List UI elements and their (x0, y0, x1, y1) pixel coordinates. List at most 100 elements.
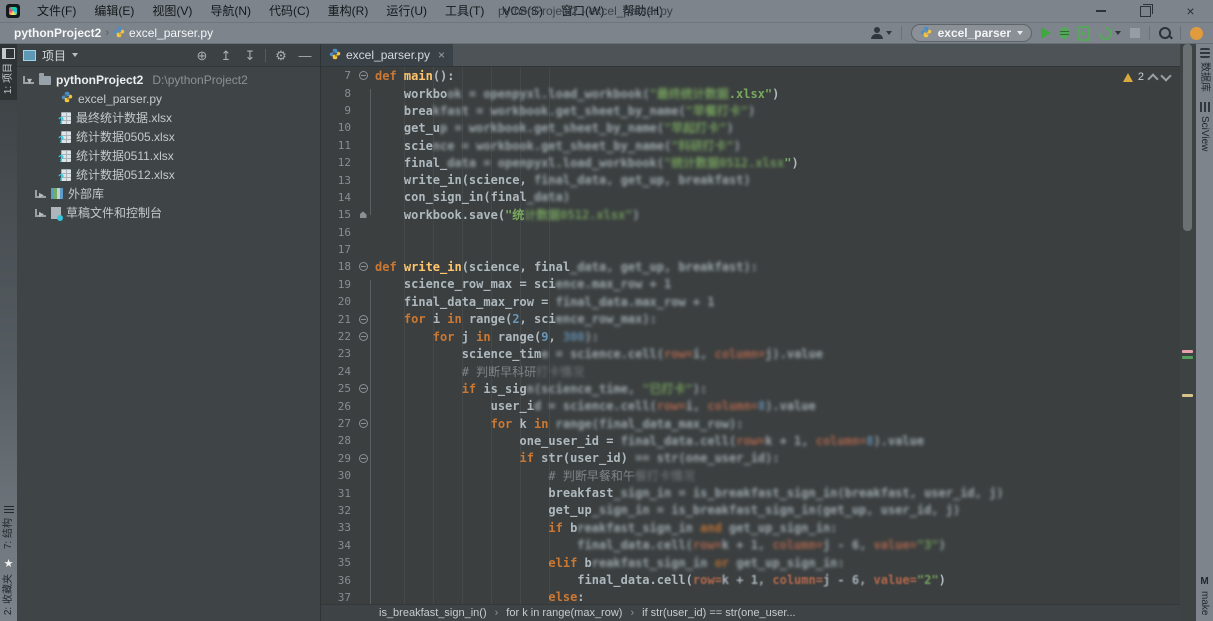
code-line[interactable]: 33 if breakfast_sign_in and get_up_sign_… (321, 519, 1180, 536)
line-number[interactable]: 10 (321, 121, 351, 134)
code-line[interactable]: 10 get_up = workbook.get_sheet_by_name("… (321, 119, 1180, 136)
line-number[interactable]: 16 (321, 226, 351, 239)
tool-button-make[interactable]: Mmake (1196, 573, 1213, 621)
line-number[interactable]: 25 (321, 382, 351, 395)
scrollbar-thumb[interactable] (1183, 44, 1192, 231)
code-line[interactable]: 20 final_data_max_row = final_data.max_r… (321, 293, 1180, 310)
menu-item-6[interactable]: 运行(U) (377, 0, 436, 22)
code-line[interactable]: 37 else: (321, 589, 1180, 604)
line-number[interactable]: 23 (321, 347, 351, 360)
fold-icon[interactable] (359, 71, 368, 80)
code-line[interactable]: 9 breakfast = workbook.get_sheet_by_name… (321, 102, 1180, 119)
status-breadcrumb-0[interactable]: is_breakfast_sign_in() (379, 607, 487, 619)
code-editor[interactable]: 7def main():8 workbook = openpyxl.load_w… (321, 67, 1180, 604)
tree-item-excel_parser.py[interactable]: excel_parser.py (17, 89, 320, 108)
tree-item-草稿文件和控制台[interactable]: ▸草稿文件和控制台 (17, 203, 320, 222)
line-number[interactable]: 37 (321, 591, 351, 604)
stripe-mark[interactable] (1182, 394, 1193, 397)
stripe-mark[interactable] (1182, 350, 1193, 353)
code-line[interactable]: 21 for i in range(2, science_row_max): (321, 310, 1180, 327)
line-number[interactable]: 12 (321, 156, 351, 169)
run-config-select[interactable]: excel_parser (911, 24, 1032, 42)
code-line[interactable]: 31 breakfast_sign_in = is_breakfast_sign… (321, 484, 1180, 501)
line-number[interactable]: 28 (321, 434, 351, 447)
menu-item-5[interactable]: 重构(R) (319, 0, 378, 22)
tab-excel-parser[interactable]: excel_parser.py × (321, 44, 453, 66)
status-breadcrumb-2[interactable]: if str(user_id) == str(one_user... (642, 607, 795, 619)
prev-warning-button[interactable] (1147, 73, 1158, 84)
run-coverage-button[interactable] (1078, 26, 1090, 41)
tool-button-project[interactable]: 1: 项目 (0, 44, 17, 100)
minimize-button[interactable] (1078, 0, 1123, 22)
line-number[interactable]: 17 (321, 243, 351, 256)
breadcrumb-file[interactable]: excel_parser.py (113, 26, 213, 41)
line-number[interactable]: 26 (321, 400, 351, 413)
line-number[interactable]: 11 (321, 139, 351, 152)
code-line[interactable]: 17 (321, 241, 1180, 258)
line-number[interactable]: 9 (321, 104, 351, 117)
line-number[interactable]: 14 (321, 191, 351, 204)
menu-item-4[interactable]: 代码(C) (260, 0, 319, 22)
line-number[interactable]: 8 (321, 87, 351, 100)
vcs-user-button[interactable] (871, 27, 892, 39)
tree-item-统计数据0505.xlsx[interactable]: 统计数据0505.xlsx (17, 127, 320, 146)
chevron-collapsed-icon[interactable]: ▸ (35, 190, 46, 198)
line-number[interactable]: 24 (321, 365, 351, 378)
code-line[interactable]: 19 science_row_max = science.max_row + 1 (321, 276, 1180, 293)
menu-item-0[interactable]: 文件(F) (28, 0, 85, 22)
code-line[interactable]: 34 final_data.cell(row=k + 1, column=j -… (321, 537, 1180, 554)
status-breadcrumb-1[interactable]: for k in range(max_row) (506, 607, 622, 619)
close-button[interactable]: × (1168, 0, 1213, 22)
restore-button[interactable] (1123, 0, 1168, 22)
line-number[interactable]: 22 (321, 330, 351, 343)
chevron-expanded-icon[interactable]: ▾ (23, 76, 34, 84)
fold-icon[interactable] (359, 384, 368, 393)
line-number[interactable]: 15 (321, 208, 351, 221)
fold-icon[interactable] (359, 332, 368, 341)
code-line[interactable]: 29 if str(user_id) == str(one_user_id): (321, 450, 1180, 467)
line-number[interactable]: 36 (321, 574, 351, 587)
code-line[interactable]: 30 # 判断早餐和午餐打卡情况 (321, 467, 1180, 484)
line-number[interactable]: 20 (321, 295, 351, 308)
code-line[interactable]: 22 for j in range(9, 300): (321, 328, 1180, 345)
expand-all-button[interactable]: ↧ (241, 49, 259, 62)
line-number[interactable]: 29 (321, 452, 351, 465)
line-number[interactable]: 27 (321, 417, 351, 430)
tool-button-database[interactable]: 数据库 (1196, 44, 1213, 98)
code-line[interactable]: 16 (321, 224, 1180, 241)
line-number[interactable]: 31 (321, 487, 351, 500)
code-line[interactable]: 24 # 判断早科研打卡情况 (321, 363, 1180, 380)
code-line[interactable]: 28 one_user_id = final_data.cell(row=k +… (321, 432, 1180, 449)
tab-close-icon[interactable]: × (438, 48, 445, 62)
collapse-all-button[interactable]: ↥ (217, 49, 235, 62)
line-number[interactable]: 30 (321, 469, 351, 482)
menu-item-3[interactable]: 导航(N) (201, 0, 260, 22)
next-warning-button[interactable] (1160, 70, 1171, 81)
line-number[interactable]: 34 (321, 539, 351, 552)
tree-item-统计数据0512.xlsx[interactable]: 统计数据0512.xlsx (17, 165, 320, 184)
tool-button-favorites[interactable]: ★2: 收藏夹 (0, 555, 17, 621)
run-button[interactable] (1041, 27, 1051, 39)
code-line[interactable]: 23 science_time = science.cell(row=i, co… (321, 345, 1180, 362)
search-everywhere-button[interactable] (1159, 27, 1171, 39)
line-number[interactable]: 19 (321, 278, 351, 291)
code-line[interactable]: 15 workbook.save("统计数据0512.xlsx") (321, 206, 1180, 223)
fold-icon[interactable] (359, 262, 368, 271)
code-line[interactable]: 25 if is_sign(science_time, "已打卡"): (321, 380, 1180, 397)
fold-icon[interactable] (359, 315, 368, 324)
hide-panel-button[interactable]: — (296, 49, 314, 62)
line-number[interactable]: 13 (321, 174, 351, 187)
code-line[interactable]: 27 for k in range(final_data_max_row): (321, 415, 1180, 432)
code-line[interactable]: 35 elif breakfast_sign_in or get_up_sign… (321, 554, 1180, 571)
code-line[interactable]: 11 science = workbook.get_sheet_by_name(… (321, 137, 1180, 154)
tool-button-structure[interactable]: 7: 结构 (0, 502, 17, 555)
code-line[interactable]: 7def main(): (321, 67, 1180, 84)
fold-end-icon[interactable] (360, 211, 367, 218)
profiler-button[interactable] (1099, 27, 1121, 40)
tree-item-统计数据0511.xlsx[interactable]: 统计数据0511.xlsx (17, 146, 320, 165)
code-line[interactable]: 18def write_in(science, final_data, get_… (321, 258, 1180, 275)
code-line[interactable]: 26 user_id = science.cell(row=i, column=… (321, 397, 1180, 414)
fold-icon[interactable] (359, 454, 368, 463)
menu-item-2[interactable]: 视图(V) (143, 0, 201, 22)
tool-button-sciview[interactable]: SciView (1196, 98, 1213, 157)
